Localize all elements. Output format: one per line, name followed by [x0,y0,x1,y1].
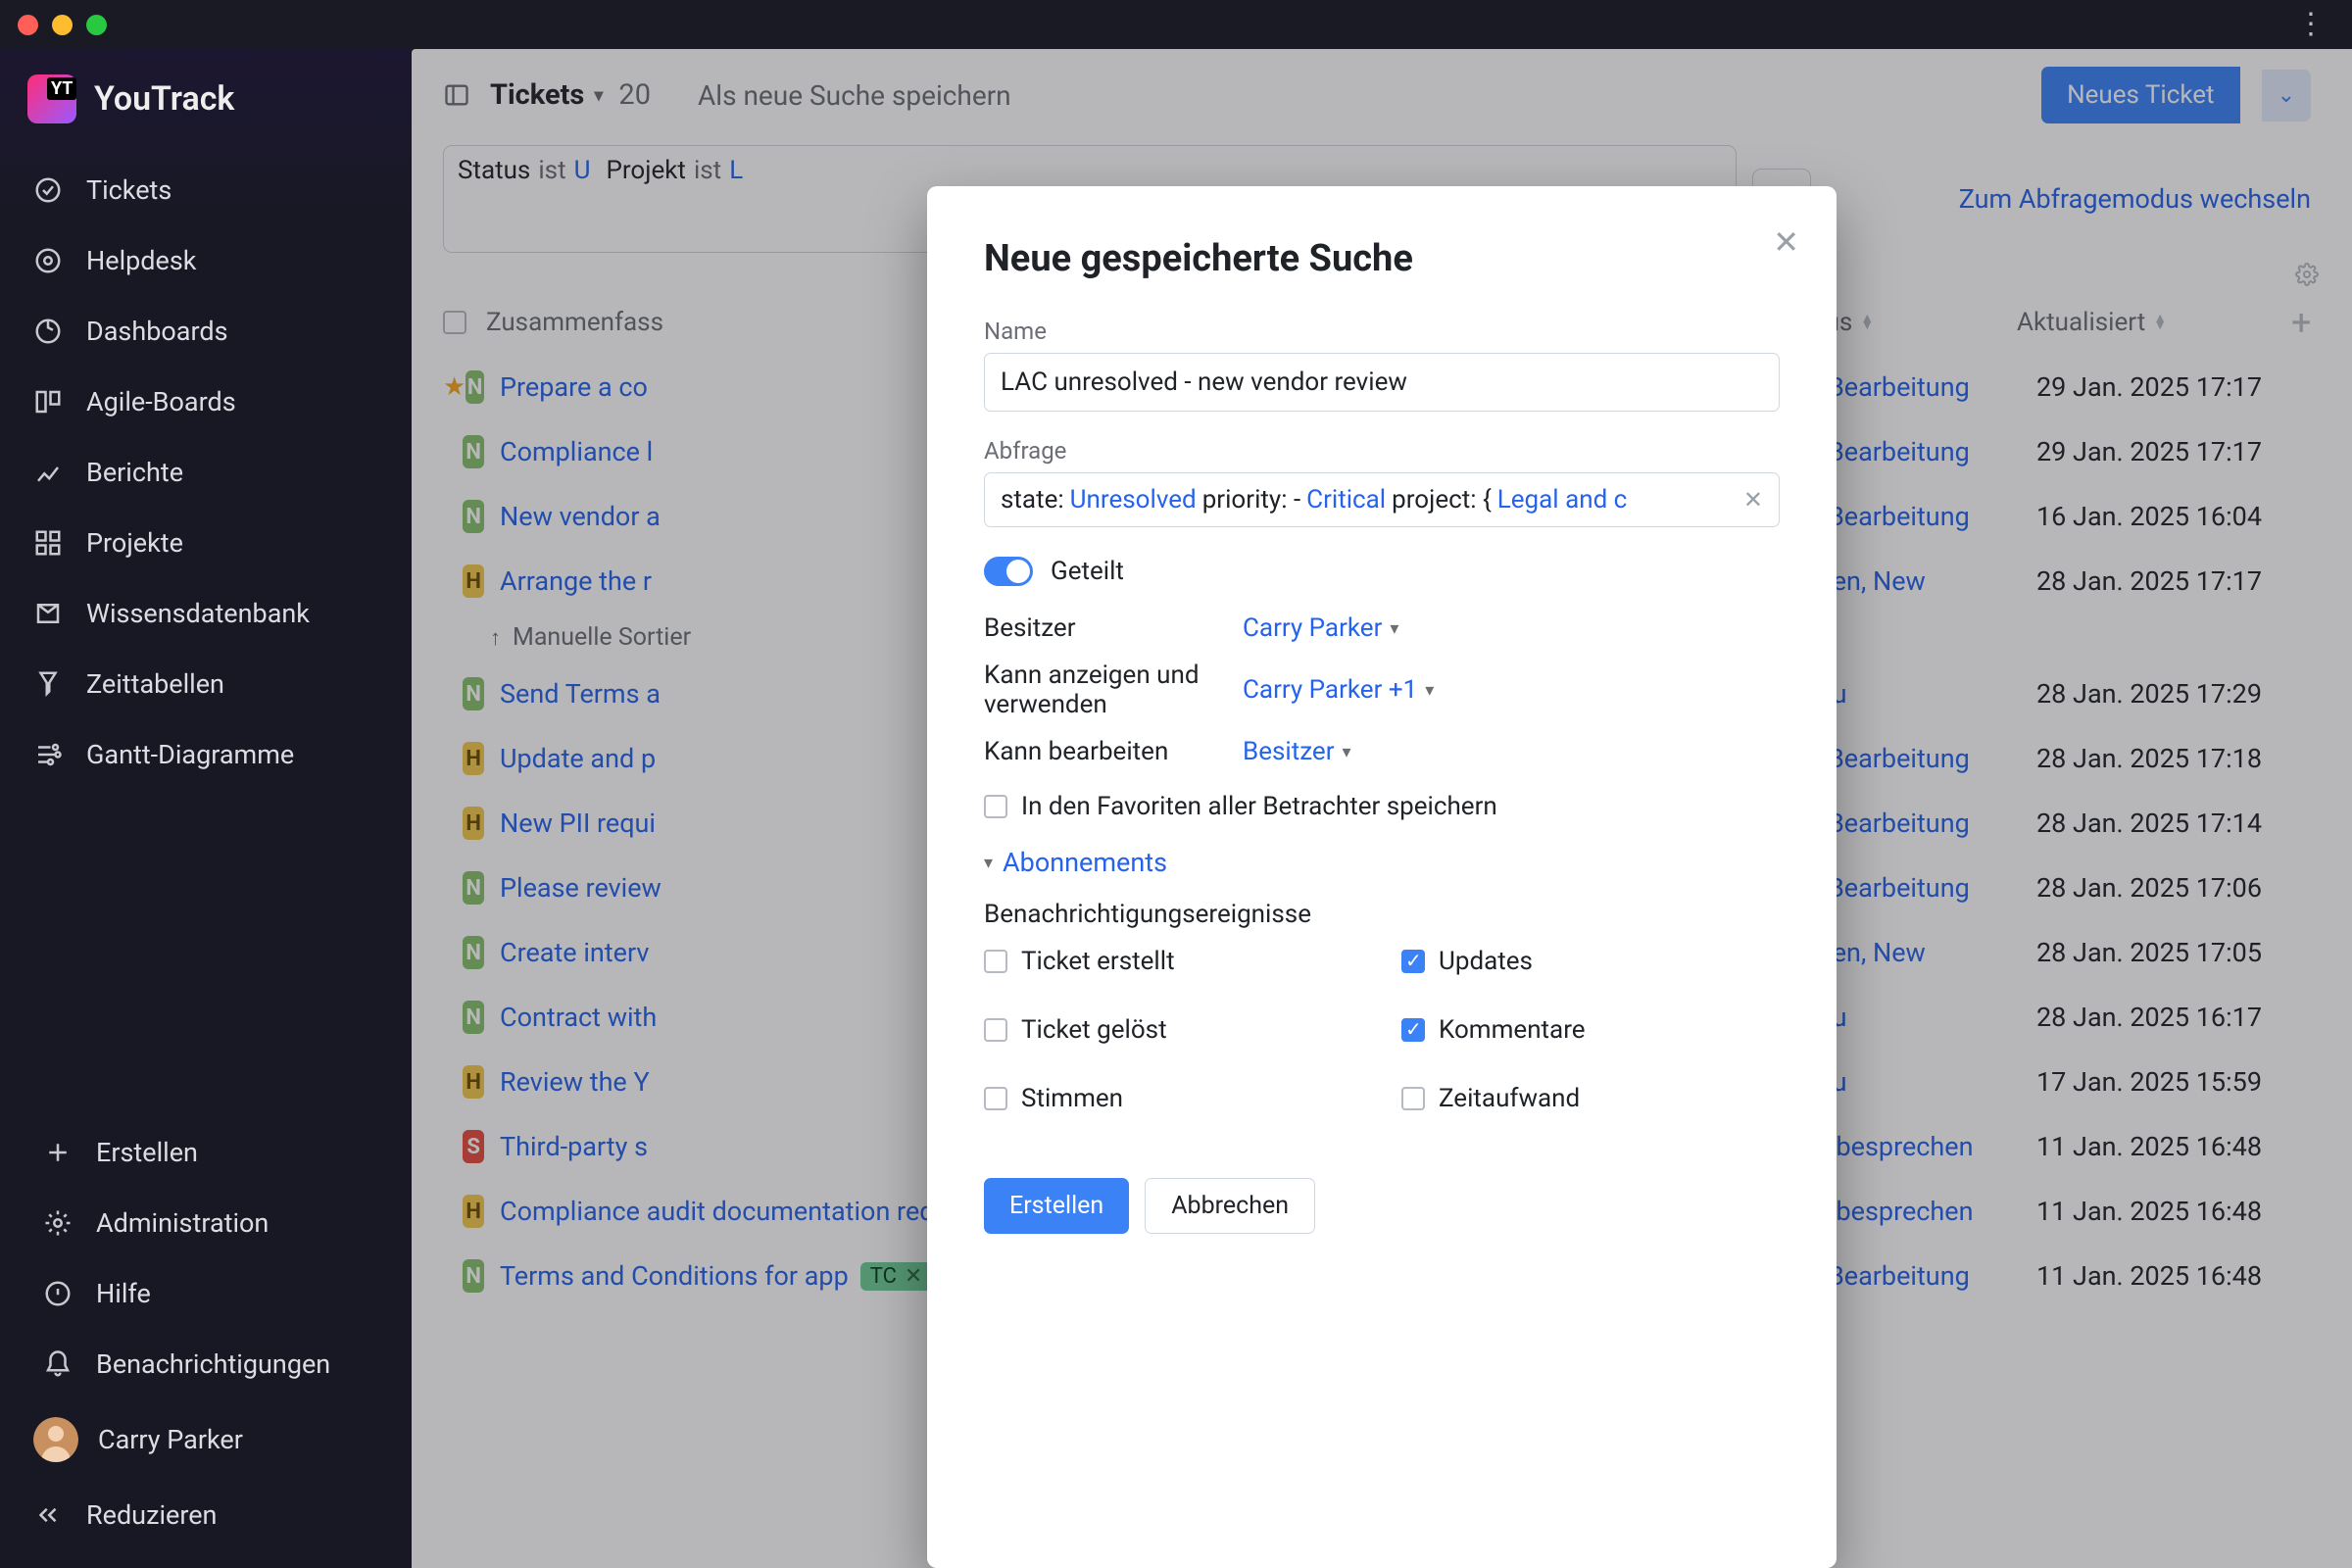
app-name: YouTrack [94,79,234,119]
maximize-window[interactable] [86,15,107,35]
dialog-title: Neue gespeicherte Suche [984,237,1780,280]
nav-icon [33,317,63,346]
sidebar-item-tickets[interactable]: Tickets [10,159,402,221]
nav-icon [33,740,63,769]
sidebar-item-gantt-diagramme[interactable]: Gantt-Diagramme [10,723,402,786]
app-logo: YouTrack [0,74,412,159]
name-label: Name [984,318,1780,345]
search-name-input[interactable] [984,353,1780,412]
nav-icon [33,528,63,558]
can-edit-label: Kann bearbeiten [984,737,1219,766]
sidebar-item-dashboards[interactable]: Dashboards [10,300,402,363]
nav-icon [33,599,63,628]
nav-icon [43,1138,73,1167]
sidebar-item-projekte[interactable]: Projekte [10,512,402,574]
minimize-window[interactable] [52,15,73,35]
query-input[interactable]: state: Unresolved priority: - Critical p… [984,472,1780,527]
nav-icon [33,175,63,205]
check-resolved[interactable]: Ticket gelöst [984,1015,1362,1045]
sidebar-item-administration[interactable]: Administration [20,1192,392,1254]
titlebar: ⋮ [0,0,2352,49]
avatar-icon [33,1417,78,1462]
favorites-checkbox[interactable]: In den Favoriten aller Betrachter speich… [984,792,1780,821]
sidebar-item-benachrichtigungen[interactable]: Benachrichtigungen [20,1333,392,1396]
sidebar-item-wissensdatenbank[interactable]: Wissensdatenbank [10,582,402,645]
can-view-label: Kann anzeigen und verwenden [984,661,1219,719]
cancel-button[interactable]: Abbrechen [1145,1178,1315,1234]
current-user[interactable]: Carry Parker [10,1403,402,1476]
can-view-select[interactable]: Carry Parker +1▾ [1243,661,1780,719]
nav-icon [33,458,63,487]
shared-label: Geteilt [1051,557,1124,586]
sidebar-item-zeittabellen[interactable]: Zeittabellen [10,653,402,715]
check-created[interactable]: Ticket erstellt [984,947,1362,976]
sidebar-item-helpdesk[interactable]: Helpdesk [10,229,402,292]
owner-select[interactable]: Carry Parker▾ [1243,613,1780,643]
check-votes[interactable]: Stimmen [984,1084,1362,1113]
can-edit-select[interactable]: Besitzer▾ [1243,737,1780,766]
collapse-icon [33,1500,63,1530]
nav-icon [33,669,63,699]
sidebar: YouTrack Tickets Helpdesk Dashboards Agile-… [0,49,412,1568]
sidebar-item-hilfe[interactable]: Hilfe [20,1262,392,1325]
nav-icon [43,1208,73,1238]
notif-events-heading: Benachrichtigungsereignisse [984,900,1780,929]
save-search-dialog: ✕ Neue gespeicherte Suche Name Abfrage s… [927,186,1837,1568]
check-comments[interactable]: Kommentare [1401,1015,1780,1045]
nav-icon [33,246,63,275]
query-label: Abfrage [984,437,1780,465]
nav-icon [43,1279,73,1308]
user-name: Carry Parker [98,1424,243,1455]
owner-label: Besitzer [984,613,1219,643]
check-time[interactable]: Zeitaufwand [1401,1084,1780,1113]
chevron-down-icon: ▾ [984,853,993,873]
collapse-sidebar[interactable]: Reduzieren [10,1484,402,1546]
window-controls [18,15,107,35]
sidebar-item-agile-boards[interactable]: Agile-Boards [10,370,402,433]
nav-icon [33,387,63,416]
kebab-menu[interactable]: ⋮ [2296,20,2327,29]
checkbox-icon [984,795,1007,818]
create-button[interactable]: Erstellen [984,1178,1129,1234]
nav-icon [43,1349,73,1379]
check-updates[interactable]: Updates [1401,947,1780,976]
modal-overlay[interactable]: ✕ Neue gespeicherte Suche Name Abfrage s… [412,49,2352,1568]
clear-query-icon[interactable]: ✕ [1743,486,1763,514]
sidebar-item-erstellen[interactable]: Erstellen [20,1121,392,1184]
logo-mark-icon [27,74,76,123]
subscriptions-toggle[interactable]: ▾ Abonnements [984,847,1780,878]
sidebar-item-berichte[interactable]: Berichte [10,441,402,504]
close-dialog[interactable]: ✕ [1773,223,1799,261]
close-window[interactable] [18,15,38,35]
shared-toggle[interactable] [984,557,1033,586]
